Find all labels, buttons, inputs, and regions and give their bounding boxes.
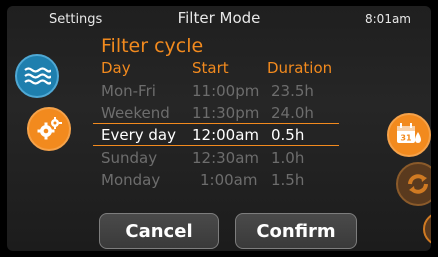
row-start: 12:00am	[192, 126, 260, 144]
filter-mode-screen: Settings Filter Mode 8:01am Filter cycle…	[7, 6, 431, 251]
schedule-row[interactable]: Monday 1:00am 1.5h	[7, 169, 431, 191]
row-start: 11:00pm	[192, 82, 260, 100]
row-start: 11:30pm	[192, 104, 260, 122]
side-tool-icon[interactable]	[423, 212, 431, 246]
column-header-start: Start	[192, 59, 229, 77]
clock-time: 8:01am	[365, 12, 411, 26]
row-start: 12:30am	[192, 149, 260, 167]
schedule-row-selected[interactable]: Every day 12:00am 0.5h	[7, 124, 431, 146]
schedule-row[interactable]: Weekend 11:30pm 24.0h	[7, 102, 431, 124]
calendar-water-icon[interactable]: 31	[387, 113, 431, 157]
confirm-button[interactable]: Confirm	[235, 213, 357, 249]
row-duration: 23.5h	[271, 82, 314, 100]
schedule-row[interactable]: Sunday 12:30am 1.0h	[7, 147, 431, 169]
cycle-arrows-icon[interactable]	[396, 162, 431, 206]
selection-bottom-line	[93, 145, 339, 146]
row-duration: 0.5h	[271, 126, 305, 144]
status-bar: Settings Filter Mode 8:01am	[7, 6, 431, 32]
row-day: Every day	[101, 126, 176, 144]
column-header-duration: Duration	[267, 59, 333, 77]
calendar-day-number: 31	[400, 134, 412, 143]
row-duration: 24.0h	[271, 104, 314, 122]
column-header-day: Day	[101, 59, 131, 77]
row-day: Sunday	[101, 149, 158, 167]
section-title: Filter cycle	[101, 35, 204, 57]
row-day: Weekend	[101, 104, 170, 122]
row-duration: 1.5h	[271, 171, 305, 189]
row-start: 1:00am	[200, 171, 258, 189]
row-duration: 1.0h	[271, 149, 305, 167]
cancel-button[interactable]: Cancel	[99, 213, 219, 249]
schedule-row[interactable]: Mon-Fri 11:00pm 23.5h	[7, 80, 431, 102]
row-day: Monday	[101, 171, 161, 189]
row-day: Mon-Fri	[101, 82, 156, 100]
